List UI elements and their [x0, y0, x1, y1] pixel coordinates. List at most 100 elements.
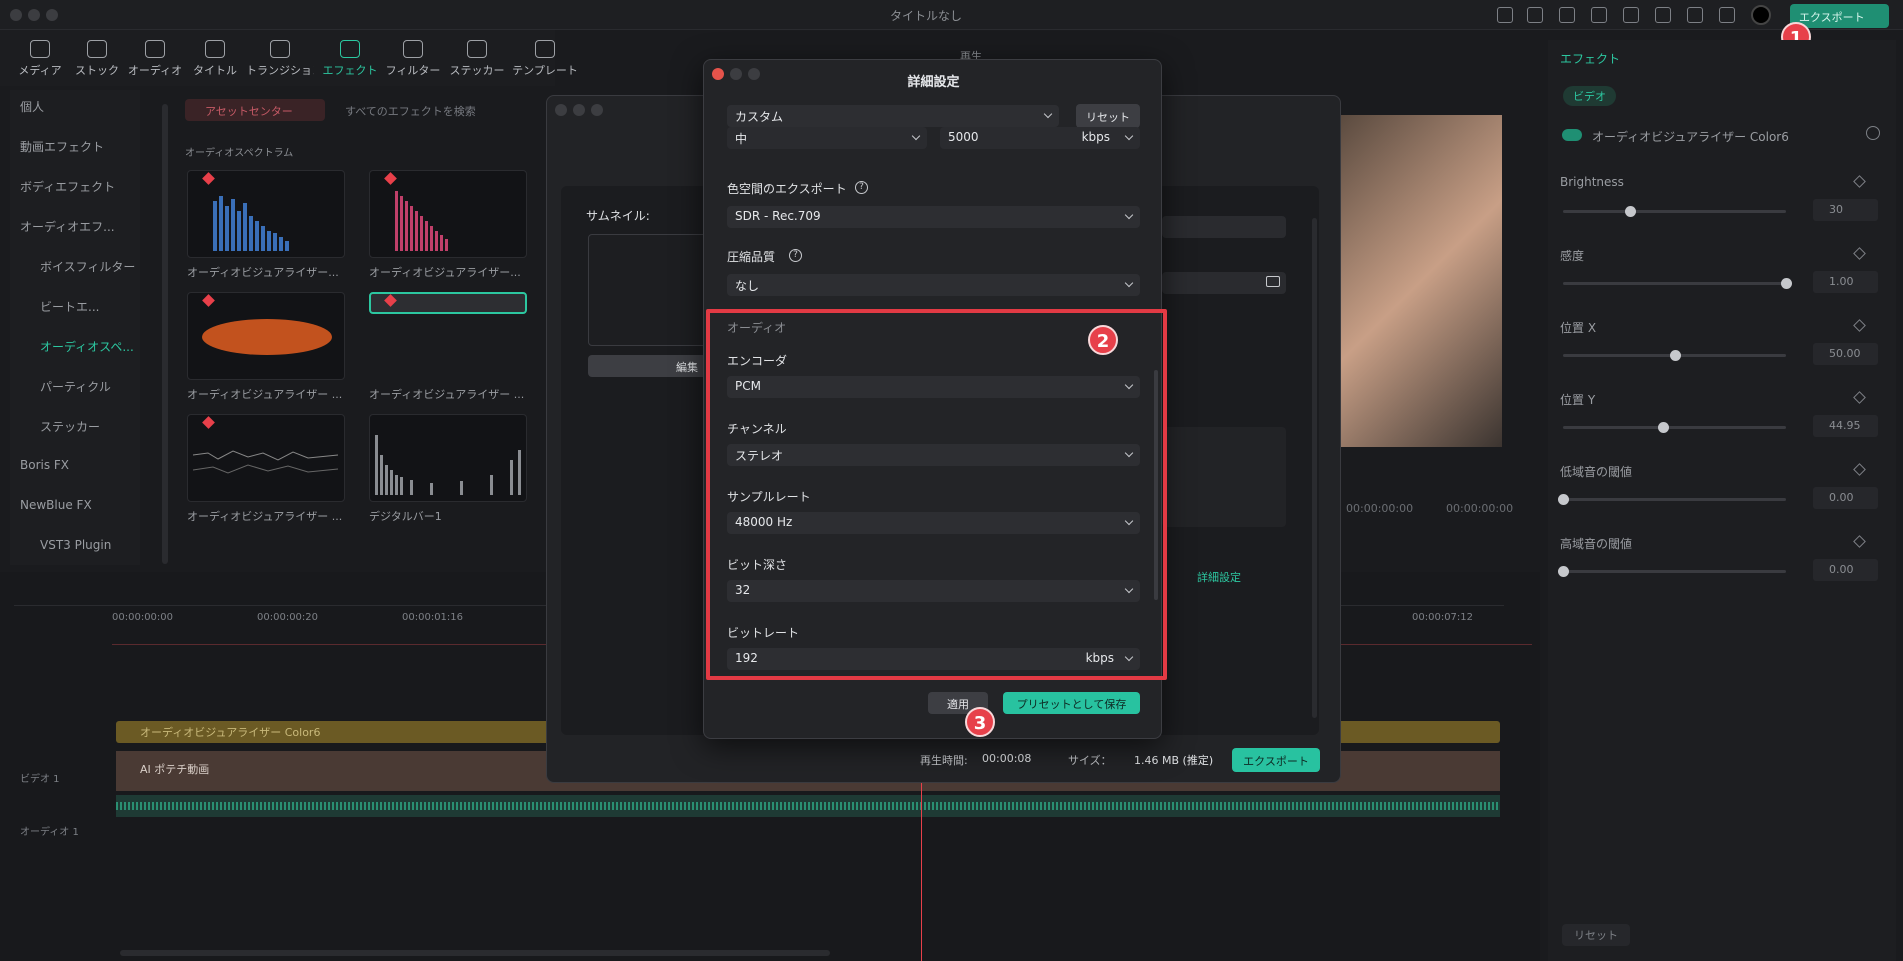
- thumbnail-edit-button[interactable]: 編集: [588, 355, 718, 377]
- video-bitrate-field[interactable]: 5000 kbps: [940, 127, 1140, 149]
- save-preset-button[interactable]: プリセットとして保存: [1003, 692, 1140, 714]
- sidebar-item[interactable]: ボディエフェクト: [20, 178, 140, 195]
- sidebar-item[interactable]: ボイスフィルター: [40, 258, 160, 275]
- asset-center-button[interactable]: アセットセンター: [185, 99, 325, 121]
- tool-effects[interactable]: エフェクト: [315, 40, 385, 78]
- effect-thumbnail[interactable]: [187, 170, 345, 258]
- sidebar-item[interactable]: ステッカー: [40, 418, 160, 435]
- compression-select[interactable]: なし: [727, 274, 1140, 296]
- quality-select[interactable]: 中: [727, 127, 927, 149]
- grid-icon[interactable]: [1719, 7, 1735, 23]
- effects-search-input[interactable]: すべてのエフェクトを検索: [345, 103, 476, 119]
- param-slider-knob[interactable]: [1558, 566, 1569, 577]
- save-icon[interactable]: [1623, 7, 1639, 23]
- preset-select[interactable]: カスタム: [727, 105, 1059, 127]
- thumbnail-preview[interactable]: [588, 234, 718, 346]
- param-slider-knob[interactable]: [1558, 494, 1569, 505]
- track-label-video: ビデオ 1: [20, 774, 60, 785]
- zoom-window-button[interactable]: [46, 9, 58, 21]
- layout-icon[interactable]: [1591, 7, 1607, 23]
- color-space-select[interactable]: SDR - Rec.709: [727, 206, 1140, 228]
- sidebar-item[interactable]: パーティクル: [40, 378, 160, 395]
- gift-icon[interactable]: [1497, 7, 1513, 23]
- export-scrollbar[interactable]: [1312, 218, 1317, 718]
- param-slider[interactable]: [1563, 210, 1786, 213]
- export-options-group: [1162, 427, 1286, 527]
- close-window-button[interactable]: [10, 9, 22, 21]
- export-window-close[interactable]: [555, 104, 567, 116]
- chevron-down-icon: [1124, 278, 1134, 288]
- audio-waveform-clip[interactable]: [116, 795, 1500, 817]
- color-space-label: 色空間のエクスポート: [727, 182, 847, 196]
- param-value-field[interactable]: 50.00: [1813, 343, 1878, 365]
- export-window-zoom[interactable]: [591, 104, 603, 116]
- title-field[interactable]: [1162, 216, 1286, 238]
- param-slider[interactable]: [1563, 570, 1786, 573]
- param-slider[interactable]: [1563, 498, 1786, 501]
- tool-sticker[interactable]: ステッカー: [442, 40, 512, 78]
- sidebar-scrollbar[interactable]: [162, 104, 168, 564]
- effect-toggle[interactable]: [1562, 129, 1582, 141]
- sidebar-item[interactable]: ビートエ...: [40, 298, 160, 315]
- timeline-scrollbar[interactable]: [120, 950, 830, 956]
- param-label: 感度: [1560, 249, 1585, 263]
- reset-effect-icon[interactable]: [1866, 126, 1880, 140]
- effect-thumbnail[interactable]: [369, 414, 527, 502]
- tool-transition[interactable]: トランジション: [246, 40, 314, 78]
- param-value-field[interactable]: 0.00: [1813, 559, 1878, 581]
- avatar[interactable]: [1751, 5, 1771, 25]
- advanced-settings-link[interactable]: 詳細設定: [1197, 569, 1241, 585]
- list-icon[interactable]: [1559, 7, 1575, 23]
- stock-icon: [87, 40, 107, 58]
- minimize-window-button[interactable]: [28, 9, 40, 21]
- spectrum-pink-preview: [395, 191, 448, 251]
- sidebar-item[interactable]: NewBlue FX: [20, 498, 140, 512]
- compression-label: 圧縮品質: [727, 250, 776, 264]
- section-title: オーディオスペクトラム: [185, 148, 294, 159]
- param-slider-knob[interactable]: [1670, 350, 1681, 361]
- effect-label: オーディオビジュアライザー ...: [187, 510, 343, 523]
- param-slider-knob[interactable]: [1658, 422, 1669, 433]
- size-value: 1.46 MB (推定): [1134, 754, 1214, 767]
- sticker-icon: [467, 40, 487, 58]
- param-slider-knob[interactable]: [1625, 206, 1636, 217]
- help-icon[interactable]: ?: [789, 249, 802, 262]
- preset-reset-button[interactable]: リセット: [1076, 104, 1140, 128]
- sidebar-item[interactable]: VST3 Plugin: [40, 538, 160, 552]
- tool-filter[interactable]: フィルター: [378, 40, 448, 78]
- video-preview: [1340, 115, 1502, 447]
- sidebar-item[interactable]: Boris FX: [20, 458, 140, 472]
- param-value-field[interactable]: 44.95: [1813, 415, 1878, 437]
- effect-thumbnail[interactable]: [187, 414, 345, 502]
- effect-thumbnail[interactable]: [187, 292, 345, 380]
- export-window-minimize[interactable]: [573, 104, 585, 116]
- sidebar-item[interactable]: オーディオエフ...: [20, 218, 140, 235]
- filter-icon: [403, 40, 423, 58]
- help-icon[interactable]: ?: [855, 181, 868, 194]
- param-slider-knob[interactable]: [1781, 278, 1792, 289]
- effect-thumbnail[interactable]: [369, 170, 527, 258]
- duration-label: 再生時間:: [920, 754, 968, 767]
- param-slider[interactable]: [1563, 426, 1786, 429]
- folder-icon[interactable]: [1266, 276, 1280, 287]
- panel-reset-button[interactable]: リセット: [1562, 924, 1630, 946]
- time-total: 00:00:00:00: [1446, 502, 1514, 515]
- sidebar-item[interactable]: 個人: [20, 98, 140, 115]
- send-icon[interactable]: [1527, 7, 1543, 23]
- tool-template[interactable]: テンプレート: [510, 40, 580, 78]
- subtab-video[interactable]: ビデオ: [1563, 86, 1616, 106]
- sidebar-item-active[interactable]: オーディオスペ...: [40, 338, 160, 355]
- thumbnail-label: サムネイル:: [586, 209, 650, 223]
- headset-icon[interactable]: [1687, 7, 1703, 23]
- size-label: サイズ：: [1068, 754, 1112, 767]
- tab-effects[interactable]: エフェクト: [1560, 50, 1620, 67]
- sidebar-item[interactable]: 動画エフェクト: [20, 138, 140, 155]
- cloud-icon[interactable]: [1655, 7, 1671, 23]
- tool-title[interactable]: タイトル: [180, 40, 250, 78]
- param-value-field[interactable]: 1.00: [1813, 271, 1878, 293]
- export-button[interactable]: エクスポート: [1232, 748, 1320, 772]
- param-label: 位置 Y: [1560, 393, 1596, 407]
- param-value-field[interactable]: 30: [1813, 199, 1878, 221]
- param-slider[interactable]: [1563, 282, 1786, 285]
- param-value-field[interactable]: 0.00: [1813, 487, 1878, 509]
